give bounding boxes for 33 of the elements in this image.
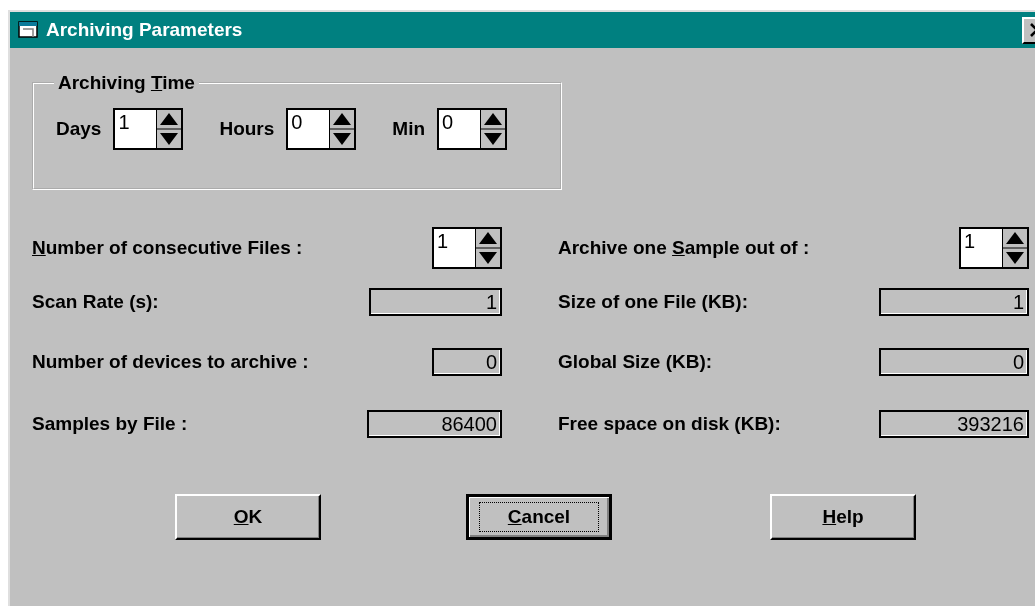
up-down-arrows-icon[interactable] [1002, 229, 1027, 267]
up-down-arrows-icon[interactable] [480, 110, 506, 148]
field-label: Number of consecutive Files : [32, 237, 303, 259]
spin-box[interactable]: 0 [437, 108, 508, 150]
readout-field: 0 [879, 348, 1029, 376]
dialog-button[interactable]: Help [770, 494, 916, 540]
field-label: Number of devices to archive : [32, 351, 309, 373]
field-label: Free space on disk (KB): [558, 413, 781, 435]
field-label: Archive one Sample out of : [558, 237, 810, 259]
spin-label: Min [392, 118, 426, 140]
up-down-arrows-icon[interactable] [475, 229, 500, 267]
field-label: Size of one File (KB): [558, 291, 748, 313]
readout-field: 0 [432, 348, 502, 376]
field-label: Scan Rate (s): [32, 291, 159, 313]
readout-field: 1 [369, 288, 502, 316]
readout-field: 86400 [367, 410, 502, 438]
window-icon [18, 20, 40, 40]
spin-box[interactable]: 1 [432, 227, 502, 269]
spin-label: Days [56, 118, 102, 140]
window-title: Archiving Parameters [46, 19, 244, 41]
up-down-arrows-icon[interactable] [156, 110, 182, 148]
readout-field: 393216 [879, 410, 1029, 438]
readout-field: 1 [879, 288, 1029, 316]
spin-label: Hours [219, 118, 275, 140]
dialog-button[interactable]: OK [175, 494, 321, 540]
field-label: Samples by File : [32, 413, 188, 435]
spin-box[interactable]: 1 [959, 227, 1029, 269]
up-down-arrows-icon[interactable] [329, 110, 355, 148]
dialog-button[interactable]: Cancel [466, 494, 612, 540]
field-label: Global Size (KB): [558, 351, 713, 373]
spin-box[interactable]: 0 [286, 108, 357, 150]
spin-box[interactable]: 1 [113, 108, 184, 150]
group-title: Archiving Time [57, 72, 196, 94]
